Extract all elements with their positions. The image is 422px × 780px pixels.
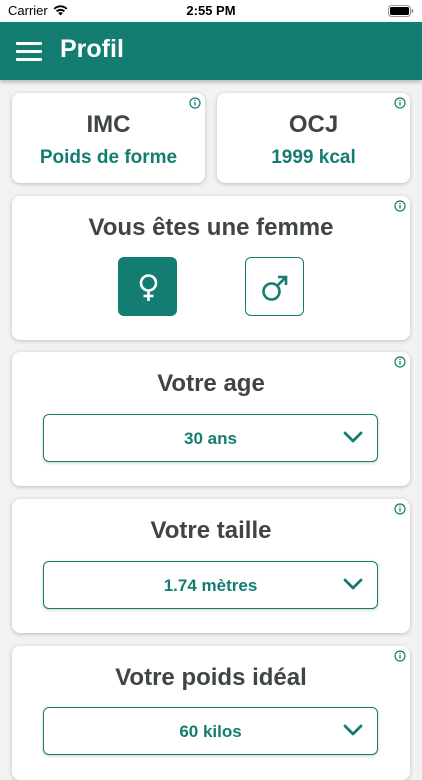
height-select-value: 1.74 mètres (163, 576, 258, 595)
info-icon[interactable] (394, 97, 406, 109)
info-icon[interactable] (394, 650, 406, 662)
age-select[interactable]: 30 ans (43, 414, 378, 462)
male-button[interactable] (245, 257, 304, 316)
female-button[interactable] (118, 257, 177, 316)
status-bar: Carrier 2:55 PM (0, 0, 422, 22)
gender-title: Vous êtes une femme (88, 214, 334, 241)
chevron-down-icon (343, 724, 363, 736)
height-card: Votre taille 1.74 mètres (12, 499, 410, 633)
battery-icon (388, 5, 414, 17)
age-select-value: 30 ans (184, 429, 237, 448)
page-title: Profil (60, 35, 124, 63)
ideal-weight-card: Votre poids idéal 60 kilos (12, 646, 410, 780)
ocj-card: OCJ 1999 kcal (217, 93, 410, 183)
ocj-value: 1999 kcal (271, 147, 356, 168)
hamburger-menu-icon[interactable] (16, 40, 44, 62)
imc-card: IMC Poids de forme (12, 93, 205, 183)
height-select[interactable]: 1.74 mètres (43, 561, 378, 609)
imc-value: Poids de forme (39, 147, 178, 168)
male-symbol-icon (262, 275, 288, 301)
height-title: Votre taille (150, 517, 272, 544)
ideal-weight-select-value: 60 kilos (179, 722, 242, 741)
info-icon[interactable] (189, 97, 201, 109)
info-icon[interactable] (394, 356, 406, 368)
imc-title: IMC (86, 111, 131, 138)
ideal-weight-select[interactable]: 60 kilos (43, 707, 378, 755)
chevron-down-icon (343, 578, 363, 590)
chevron-down-icon (343, 431, 363, 443)
age-title: Votre age (157, 370, 265, 397)
female-symbol-icon (139, 274, 158, 301)
status-time: 2:55 PM (186, 3, 236, 18)
ocj-title: OCJ (288, 111, 339, 138)
ideal-weight-title: Votre poids idéal (115, 664, 307, 691)
info-icon[interactable] (394, 200, 406, 212)
age-card: Votre age 30 ans (12, 352, 410, 486)
app-header: Profil (0, 22, 422, 80)
info-icon[interactable] (394, 503, 406, 515)
gender-card: Vous êtes une femme (12, 196, 410, 340)
